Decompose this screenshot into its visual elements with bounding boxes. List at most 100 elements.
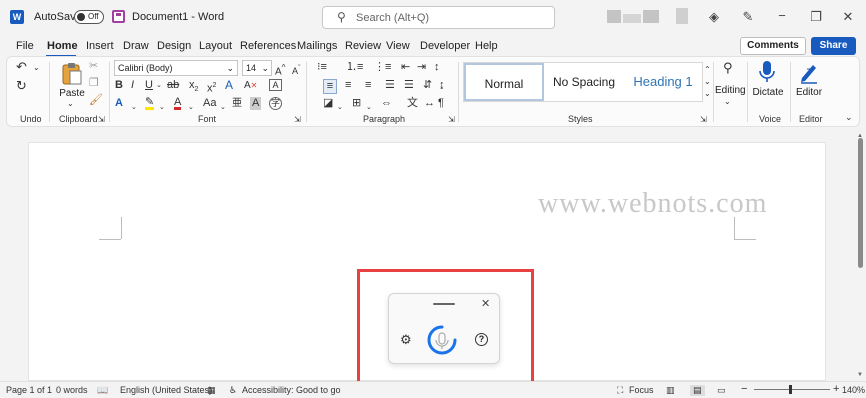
styles-launcher-icon[interactable]: ⇲ [700,113,707,126]
character-shading-icon[interactable]: A [250,97,262,110]
cut-icon[interactable]: ✂ [89,60,98,73]
tab-help[interactable]: Help [475,40,498,52]
page-count[interactable]: Page 1 of 1 [6,385,52,395]
change-case-icon[interactable]: Aa [203,97,216,110]
font-color-icon[interactable]: A [174,97,182,110]
undo-dropdown-icon[interactable]: ⌄ [33,61,40,74]
scroll-down-icon[interactable]: ▼ [857,372,863,378]
style-heading-1[interactable]: Heading 1 [624,63,702,101]
tab-view[interactable]: View [386,40,410,52]
styles-more-icon[interactable]: ⌄ [704,87,711,100]
shading-icon[interactable]: ◪ [323,97,333,110]
drag-handle[interactable] [433,303,455,305]
font-size-select[interactable]: 14 ⌄ [242,60,272,76]
numbering-icon[interactable]: ⒈≡ [346,61,363,74]
asian-layout-icon[interactable]: ⇔ [381,97,392,110]
sort-icon[interactable]: ↕ [434,61,440,74]
editing-dropdown-icon[interactable]: ⌄ [724,95,731,108]
tab-review[interactable]: Review [345,40,381,52]
text-predictions-icon[interactable]: ▦ [207,385,216,396]
copy-icon[interactable]: ❐ [89,77,99,90]
close-icon[interactable]: ✕ [481,297,490,310]
tab-insert[interactable]: Insert [86,40,114,52]
font-name-select[interactable]: Calibri (Body) ⌄ [114,60,238,76]
clipboard-launcher-icon[interactable]: ⇲ [98,113,105,126]
save-icon[interactable] [112,10,125,23]
strikethrough-icon[interactable]: ab [167,79,179,92]
tab-draw[interactable]: Draw [123,40,149,52]
tab-file[interactable]: File [16,40,34,52]
subscript-icon[interactable]: x2 [189,79,198,96]
word-count[interactable]: 0 words [56,385,88,395]
tab-layout[interactable]: Layout [199,40,232,52]
restore-icon[interactable]: ❐ [808,9,824,25]
chevron-down-icon[interactable]: ⌄ [366,101,372,114]
accessibility-icon[interactable]: ♿ [229,385,237,396]
phonetic-guide-icon[interactable]: 亜 [232,97,242,110]
clear-formatting-icon[interactable]: A✕ [244,79,257,92]
bold-icon[interactable]: B [115,79,123,92]
accessibility-status[interactable]: Accessibility: Good to go [242,385,341,395]
settings-icon[interactable]: ⚙ [400,332,412,348]
microphone-icon[interactable] [427,325,457,355]
character-scaling-icon[interactable]: ↔ [424,97,435,110]
text-direction-icon[interactable]: ⇵ [423,79,432,92]
share-button[interactable]: Share [811,37,856,55]
multilevel-list-icon[interactable]: ⋮≡ [374,61,391,74]
highlight-color-icon[interactable]: ✎ [145,97,155,110]
undo-icon[interactable]: ↶ [16,60,27,73]
scrollbar-thumb[interactable] [858,138,863,268]
italic-icon[interactable]: I [131,79,134,92]
web-layout-icon[interactable]: ▭ [717,385,726,396]
zoom-out-icon[interactable]: − [741,383,747,395]
justify-icon[interactable]: ☰ [385,79,395,92]
tab-developer[interactable]: Developer [420,40,470,52]
redo-icon[interactable]: ↻ [16,79,27,92]
enclose-characters-icon[interactable]: 字 [269,97,282,110]
tab-design[interactable]: Design [157,40,191,52]
print-layout-icon[interactable]: ▤ [690,385,705,396]
style-no-spacing[interactable]: No Spacing [544,63,624,101]
read-mode-icon[interactable]: ▥ [666,385,675,396]
account-photo[interactable] [676,8,688,24]
paragraph-launcher-icon[interactable]: ⇲ [448,113,455,126]
align-center-icon[interactable]: ≡ [345,79,351,92]
chinese-layout-icon[interactable]: 文 [407,97,418,110]
pen-icon[interactable]: ✎ [740,9,756,25]
borders-icon[interactable]: ⊞ [352,97,361,110]
help-icon[interactable]: ? [475,333,488,346]
search-input[interactable]: ⚲ Search (Alt+Q) [322,6,555,29]
text-effects-dropdown-icon[interactable]: A [115,97,123,110]
close-icon[interactable]: ✕ [840,9,856,25]
character-border-icon[interactable]: A [269,79,282,91]
dictate-label[interactable]: Dictate [752,86,784,99]
bullets-icon[interactable]: ⁝≡ [317,61,327,74]
chevron-down-icon[interactable]: ⌄ [159,101,165,114]
font-launcher-icon[interactable]: ⇲ [294,113,301,126]
tab-mailings[interactable]: Mailings [297,40,337,52]
focus-icon[interactable]: ⛶ [617,385,623,396]
text-effects-icon[interactable]: A [225,79,233,92]
minimize-icon[interactable]: − [774,8,790,23]
proofing-icon[interactable]: 📖 [97,385,108,396]
zoom-slider[interactable] [754,389,830,390]
underline-icon[interactable]: U [145,79,153,92]
language[interactable]: English (United States) [120,385,212,395]
decrease-indent-icon[interactable]: ⇤ [401,61,410,74]
focus-label[interactable]: Focus [629,385,654,395]
shrink-font-icon[interactable]: Aˇ [292,61,301,78]
show-formatting-icon[interactable]: ¶ [438,97,444,110]
format-painter-icon[interactable]: 🖌 [89,94,103,107]
increase-indent-icon[interactable]: ⇥ [417,61,426,74]
chevron-down-icon[interactable]: ⌄ [220,101,226,114]
align-left-icon[interactable]: ≡ [323,79,337,94]
zoom-in-icon[interactable]: + [833,383,839,395]
line-spacing-icon[interactable]: ↨ [439,79,445,92]
editor-pen-icon[interactable] [798,60,820,84]
align-right-icon[interactable]: ≡ [365,79,371,92]
paste-icon[interactable] [59,61,85,87]
diamond-icon[interactable]: ◈ [706,9,722,25]
chevron-down-icon[interactable]: ⌄ [131,101,137,114]
superscript-icon[interactable]: x2 [207,79,216,96]
dictate-microphone-icon[interactable] [757,60,777,84]
